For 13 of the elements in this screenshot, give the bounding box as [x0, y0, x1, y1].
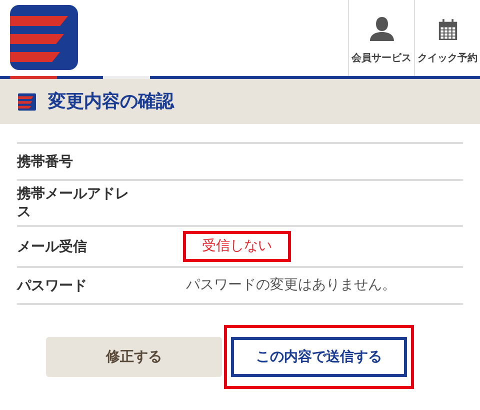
- logo-icon: [18, 92, 36, 110]
- field-label: メール受信: [17, 238, 88, 256]
- field-label: 携帯メールアドレス: [17, 185, 130, 221]
- field-value: 受信しない: [183, 231, 291, 262]
- calendar-icon: [438, 19, 458, 41]
- field-label: 携帯番号: [17, 152, 74, 170]
- person-icon: [368, 15, 394, 41]
- edit-button[interactable]: 修正する: [46, 337, 222, 377]
- field-label: パスワード: [17, 276, 88, 294]
- field-value: パスワードの変更はありません。: [186, 276, 396, 295]
- submit-button[interactable]: この内容で送信する: [231, 337, 407, 377]
- page-title: 変更内容の確認: [48, 90, 174, 114]
- logo-icon: [10, 5, 78, 70]
